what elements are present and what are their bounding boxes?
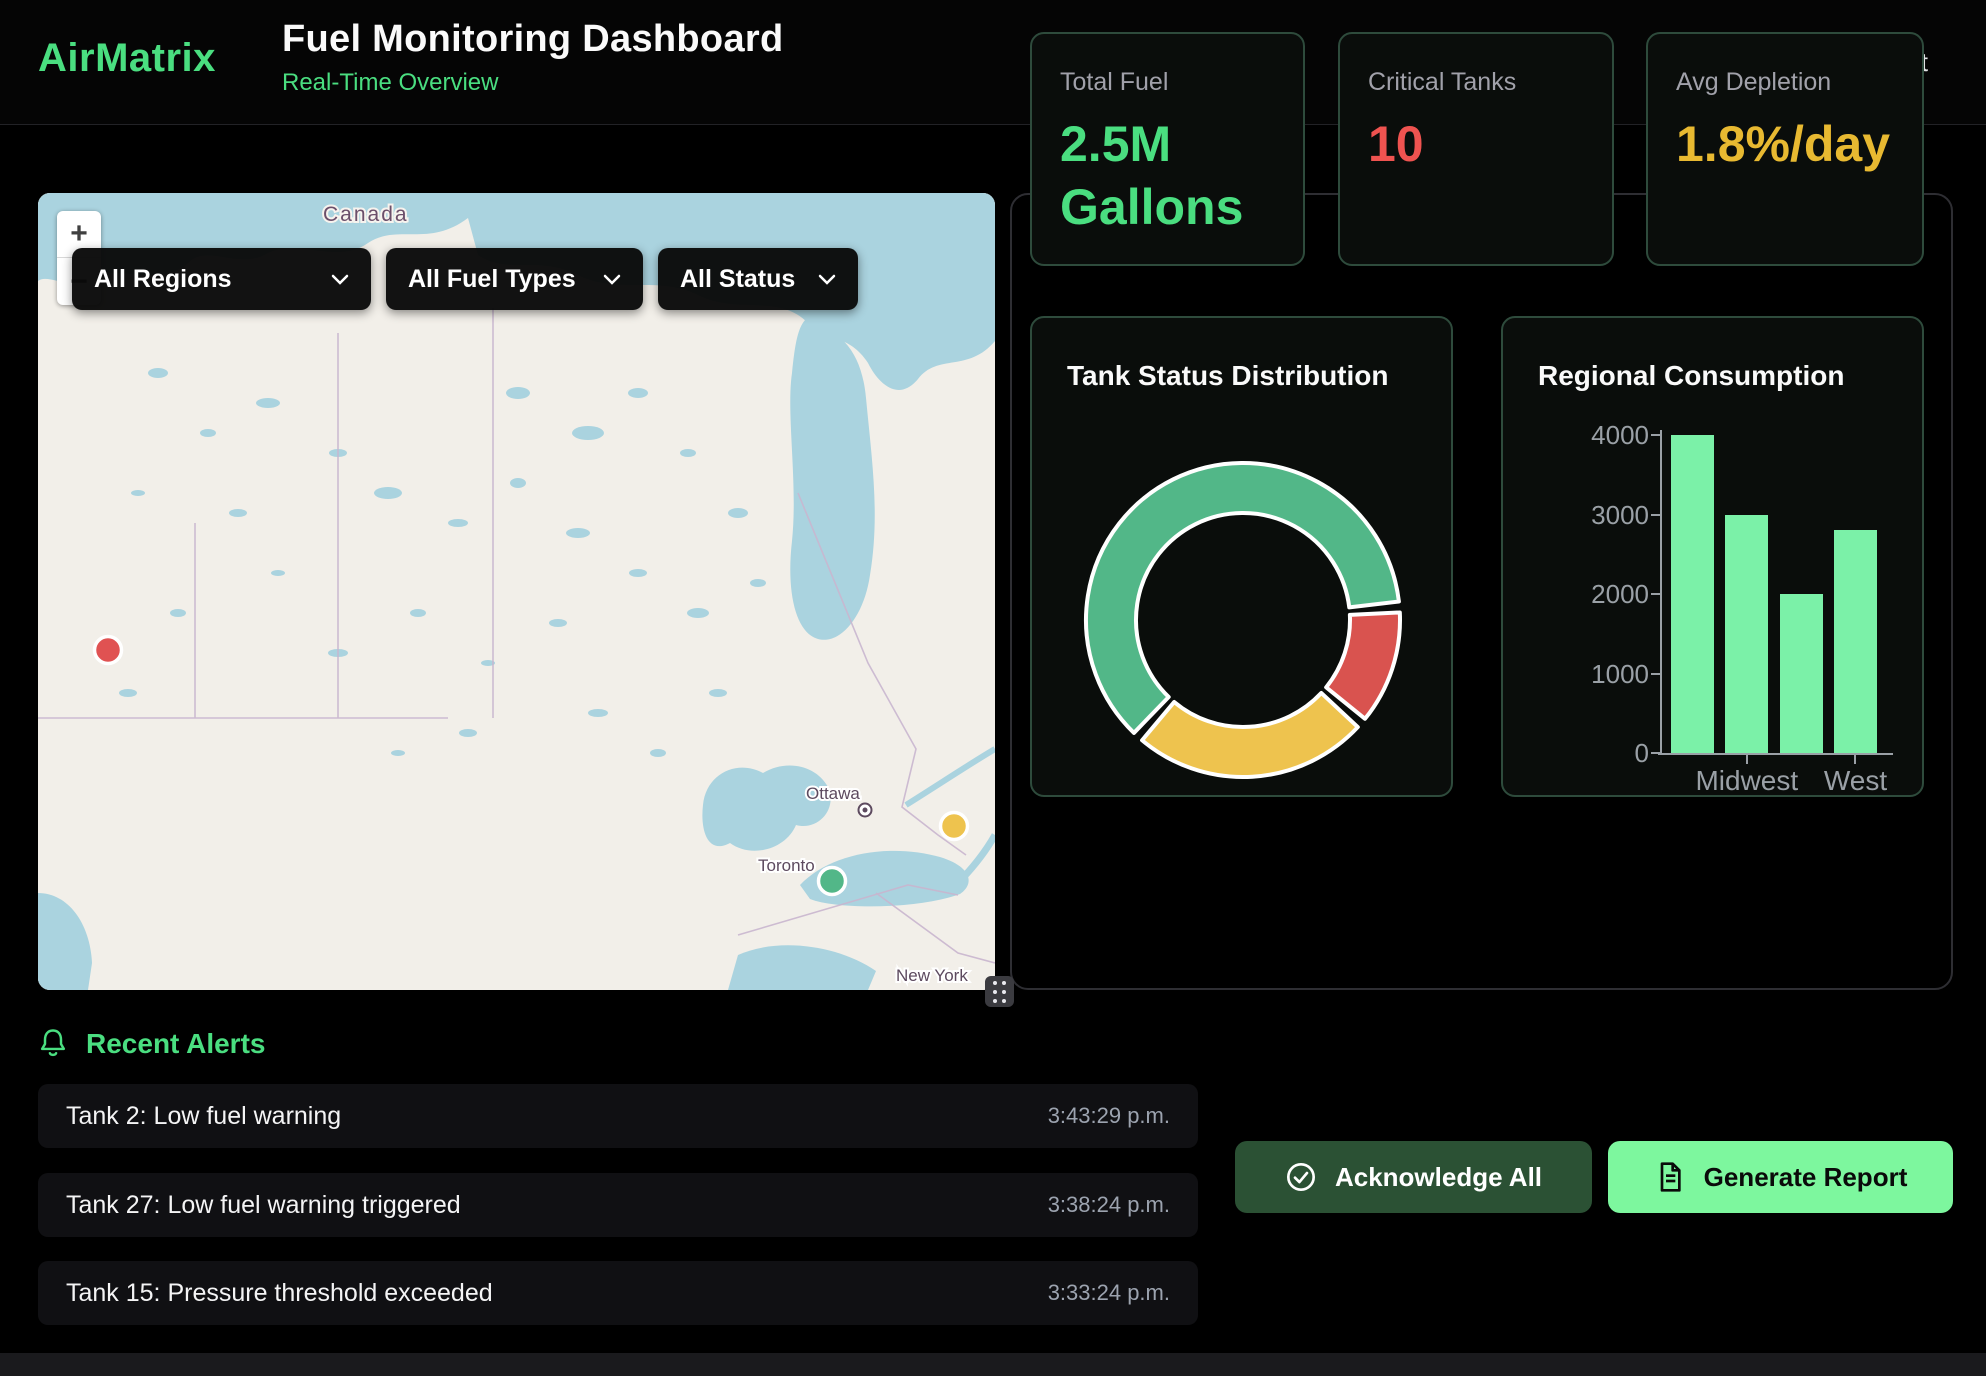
x-axis-line: [1658, 753, 1893, 755]
map-marker-warning[interactable]: [941, 813, 968, 840]
map-marker-critical[interactable]: [95, 637, 122, 664]
alert-text: Tank 15: Pressure threshold exceeded: [66, 1279, 493, 1308]
stat-value: 2.5M Gallons: [1060, 113, 1275, 239]
region-filter-label: All Regions: [94, 265, 232, 294]
y-tick-mark: [1651, 752, 1661, 754]
generate-report-label: Generate Report: [1704, 1162, 1908, 1193]
title-block: Fuel Monitoring Dashboard Real-Time Over…: [282, 18, 783, 97]
y-tick-label: 1000: [1549, 659, 1649, 690]
page-subtitle: Real-Time Overview: [282, 69, 783, 97]
stat-card-total-fuel: Total Fuel 2.5M Gallons: [1030, 32, 1305, 266]
acknowledge-all-button[interactable]: Acknowledge All: [1235, 1141, 1592, 1213]
stat-label: Total Fuel: [1060, 68, 1275, 97]
stat-label: Avg Depletion: [1676, 68, 1894, 97]
y-tick-mark: [1651, 434, 1661, 436]
bar-chart: 01000200030004000MidwestWest: [1503, 318, 1926, 799]
bottom-strip: [0, 1353, 1986, 1376]
alert-time: 3:38:24 p.m.: [1048, 1192, 1170, 1218]
chart-title: Tank Status Distribution: [1067, 360, 1389, 392]
map-panel[interactable]: Canada Ottawa Toronto New York + − All R…: [38, 193, 995, 990]
stat-value: 10: [1368, 113, 1584, 176]
map-label-toronto: Toronto: [758, 856, 815, 875]
map-marker-normal[interactable]: [819, 868, 846, 895]
bar: [1725, 515, 1768, 754]
stat-label: Critical Tanks: [1368, 68, 1584, 97]
x-tick-mark: [1854, 755, 1856, 764]
donut-chart: [1078, 455, 1408, 785]
alert-text: Tank 2: Low fuel warning: [66, 1102, 341, 1131]
map-canvas[interactable]: Canada Ottawa Toronto New York: [38, 193, 995, 990]
tank-status-chart-card: Tank Status Distribution: [1030, 316, 1453, 797]
chevron-down-icon: [818, 274, 836, 285]
bar: [1671, 435, 1714, 753]
stat-card-avg-depletion: Avg Depletion 1.8%/day: [1646, 32, 1924, 266]
fuel-type-filter-dropdown[interactable]: All Fuel Types: [386, 248, 643, 310]
alert-time: 3:43:29 p.m.: [1048, 1103, 1170, 1129]
generate-report-button[interactable]: Generate Report: [1608, 1141, 1953, 1213]
map-resize-handle[interactable]: [985, 976, 1014, 1007]
alert-row: Tank 27: Low fuel warning triggered 3:38…: [38, 1173, 1198, 1237]
stat-card-critical-tanks: Critical Tanks 10: [1338, 32, 1614, 266]
check-circle-icon: [1285, 1161, 1317, 1193]
region-filter-dropdown[interactable]: All Regions: [72, 248, 371, 310]
y-tick-mark: [1651, 593, 1661, 595]
x-tick-mark: [1746, 755, 1748, 764]
map-label-ottawa: Ottawa: [806, 784, 860, 803]
status-filter-dropdown[interactable]: All Status: [658, 248, 858, 310]
y-tick-label: 3000: [1549, 500, 1649, 531]
recent-alerts-header: Recent Alerts: [38, 1028, 265, 1060]
y-tick-mark: [1651, 673, 1661, 675]
fuel-monitoring-dashboard: AirMatrix Fuel Monitoring Dashboard Real…: [0, 0, 1986, 1376]
map-label-new-york: New York: [896, 966, 968, 985]
y-tick-label: 2000: [1549, 579, 1649, 610]
file-text-icon: [1654, 1161, 1686, 1193]
chevron-down-icon: [331, 274, 349, 285]
alert-row: Tank 2: Low fuel warning 3:43:29 p.m.: [38, 1084, 1198, 1148]
map-label-canada: Canada: [323, 203, 409, 226]
y-tick-label: 4000: [1549, 420, 1649, 451]
bar: [1780, 594, 1823, 753]
bar: [1834, 530, 1877, 753]
fuel-type-filter-label: All Fuel Types: [408, 265, 576, 294]
regional-consumption-chart-card: Regional Consumption 01000200030004000Mi…: [1501, 316, 1924, 797]
acknowledge-all-label: Acknowledge All: [1335, 1162, 1542, 1193]
y-tick-label: 0: [1549, 738, 1649, 769]
map-town-dot-ottawa-core: [863, 808, 868, 813]
recent-alerts-title: Recent Alerts: [86, 1028, 265, 1060]
stat-value: 1.8%/day: [1676, 113, 1894, 176]
alert-text: Tank 27: Low fuel warning triggered: [66, 1191, 461, 1220]
alert-row: Tank 15: Pressure threshold exceeded 3:3…: [38, 1261, 1198, 1325]
status-filter-label: All Status: [680, 265, 795, 294]
y-tick-mark: [1651, 514, 1661, 516]
brand-logo: AirMatrix: [38, 36, 216, 81]
page-title: Fuel Monitoring Dashboard: [282, 18, 783, 61]
alert-time: 3:33:24 p.m.: [1048, 1280, 1170, 1306]
donut-segment: [1142, 693, 1358, 777]
donut-segment: [1326, 612, 1400, 718]
chevron-down-icon: [603, 274, 621, 285]
x-tick-label: West: [1785, 765, 1925, 797]
bell-icon: [38, 1028, 68, 1060]
